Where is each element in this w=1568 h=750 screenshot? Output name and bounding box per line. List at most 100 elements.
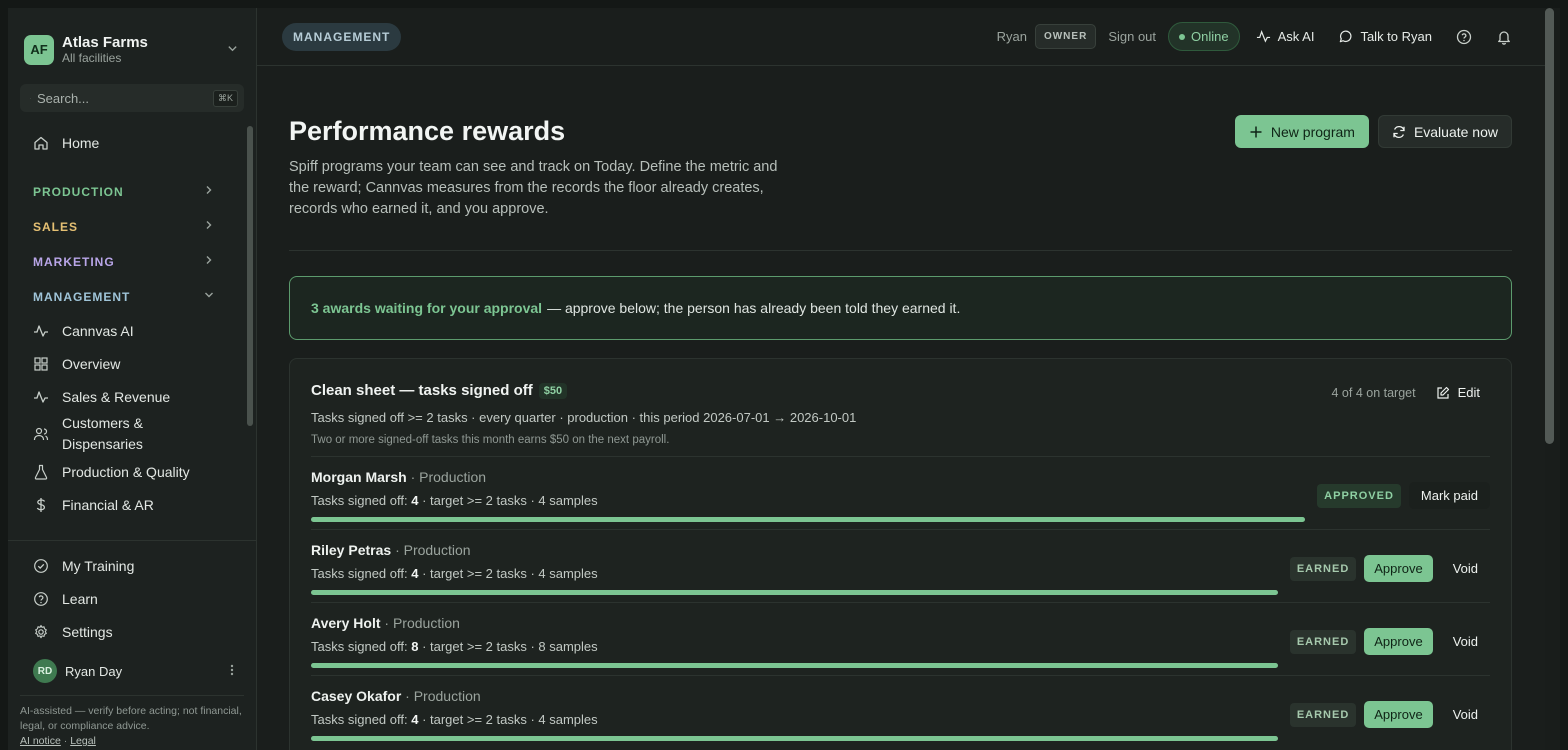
link-separator: · <box>63 735 68 747</box>
mark-paid-button[interactable]: Mark paid <box>1408 482 1490 509</box>
org-text: Atlas Farms All facilities <box>62 34 227 65</box>
section-pill: MANAGEMENT <box>282 22 402 51</box>
progress-fill <box>311 663 1278 668</box>
user-menu[interactable]: RD Ryan Day <box>20 653 244 689</box>
row-actions: EARNED Approve Void <box>1289 701 1490 728</box>
sign-out-link[interactable]: Sign out <box>1108 29 1156 44</box>
status-badge: EARNED <box>1289 702 1357 727</box>
progress-fill <box>311 736 1278 741</box>
sidebar-item-my-training[interactable]: My Training <box>8 549 256 582</box>
sidebar-item-label: Cannvas AI <box>62 322 134 339</box>
sidebar-item-production-quality[interactable]: Production & Quality <box>8 455 256 488</box>
sidebar-scrollbar[interactable] <box>247 126 253 426</box>
chevron-down-icon <box>204 290 214 303</box>
sidebar-item-home[interactable]: Home <box>8 126 256 159</box>
chevron-right-icon <box>204 220 214 233</box>
chevron-right-icon <box>204 185 214 198</box>
section-production[interactable]: PRODUCTION <box>8 174 256 209</box>
person-dept: · Production <box>410 469 487 485</box>
plus-icon <box>1250 126 1262 137</box>
page-heading: Performance rewards Spiff programs your … <box>289 116 789 220</box>
sidebar-item-customers[interactable]: Customers & Dispensaries <box>8 413 256 455</box>
progress-track <box>311 590 1278 595</box>
sidebar-item-financial-ar[interactable]: Financial & AR <box>8 488 256 521</box>
new-program-button[interactable]: New program <box>1234 115 1369 148</box>
approve-button[interactable]: Approve <box>1364 701 1433 728</box>
dollar-icon <box>36 497 46 512</box>
page-scrollbar[interactable] <box>1545 8 1554 444</box>
more-vertical-icon[interactable] <box>230 663 234 679</box>
program-meta: Tasks signed off >= 2 tasks · every quar… <box>311 410 857 425</box>
evaluate-now-button[interactable]: Evaluate now <box>1377 115 1512 148</box>
void-button[interactable]: Void <box>1441 555 1490 582</box>
user-name: Ryan Day <box>65 663 123 679</box>
program-info: Clean sheet — tasks signed off $50 <box>311 382 568 400</box>
sidebar-bottom: My Training Learn Settings RD Ryan Day A… <box>8 540 256 749</box>
sidebar-item-overview[interactable]: Overview <box>8 347 256 380</box>
row-actions: EARNED Approve Void <box>1289 628 1490 655</box>
nav-scroll-area: Home PRODUCTION SALES MARKETING MANAGEME… <box>8 126 256 540</box>
void-button[interactable]: Void <box>1441 628 1490 655</box>
org-subtitle: All facilities <box>62 51 122 65</box>
legal-link[interactable]: Legal <box>70 735 96 747</box>
ask-ai-label: Ask AI <box>1277 29 1315 44</box>
home-icon <box>34 136 48 150</box>
help-circle-icon <box>34 591 48 606</box>
evaluate-label: Evaluate now <box>1413 123 1498 140</box>
avatar: RD <box>33 659 57 683</box>
person-line: Morgan Marsh · Production <box>311 469 1305 485</box>
sidebar-item-sales-revenue[interactable]: Sales & Revenue <box>8 380 256 413</box>
role-badge: OWNER <box>1034 24 1097 49</box>
section-sales[interactable]: SALES <box>8 209 256 244</box>
ask-ai-button[interactable]: Ask AI <box>1248 29 1323 44</box>
help-circle-icon <box>1456 29 1472 44</box>
alert-rest: — approve below; the person has already … <box>547 300 961 316</box>
section-management[interactable]: MANAGEMENT <box>8 279 256 314</box>
sidebar-item-label: Overview <box>62 355 121 372</box>
person-name: Avery Holt <box>311 615 381 631</box>
person-name: Morgan Marsh <box>311 469 407 485</box>
page-actions: New program Evaluate now <box>1234 115 1512 220</box>
metric-rest: · target >= 2 tasks · 8 samples <box>418 639 598 654</box>
gear-icon <box>35 624 47 638</box>
progress-track <box>311 663 1278 668</box>
row-info: Casey Okafor · Production Tasks signed o… <box>311 688 1278 741</box>
sidebar: AF Atlas Farms All facilities ⌘K Home PR… <box>8 8 257 750</box>
app-frame: AF Atlas Farms All facilities ⌘K Home PR… <box>8 8 1545 750</box>
row-info: Riley Petras · Production Tasks signed o… <box>311 542 1278 595</box>
sidebar-item-settings[interactable]: Settings <box>8 615 256 648</box>
org-switcher[interactable]: AF Atlas Farms All facilities <box>8 8 256 74</box>
sidebar-item-cannvas-ai[interactable]: Cannvas AI <box>8 314 256 347</box>
sidebar-item-learn[interactable]: Learn <box>8 582 256 615</box>
notifications-button[interactable] <box>1488 29 1520 45</box>
sidebar-item-label: Financial & AR <box>62 496 154 513</box>
bell-icon <box>1498 30 1510 45</box>
row-actions: APPROVED Mark paid <box>1317 482 1490 509</box>
sidebar-item-label: Production & Quality <box>62 463 190 480</box>
metric-label: Tasks signed off: <box>311 566 412 581</box>
status-label: Online <box>1191 29 1229 44</box>
section-label: MANAGEMENT <box>33 289 131 304</box>
metric-line: Tasks signed off: 4 · target >= 2 tasks … <box>311 566 1278 581</box>
talk-label: Talk to Ryan <box>1360 29 1432 44</box>
approve-button[interactable]: Approve <box>1364 628 1433 655</box>
reward-amount-badge: $50 <box>538 382 568 399</box>
approve-button[interactable]: Approve <box>1364 555 1433 582</box>
section-label: SALES <box>33 219 79 234</box>
metric-label: Tasks signed off: <box>311 712 412 727</box>
search-input[interactable] <box>36 90 213 106</box>
ai-notice-link[interactable]: AI notice <box>20 735 61 747</box>
void-button[interactable]: Void <box>1441 701 1490 728</box>
status-badge: APPROVED <box>1317 483 1401 508</box>
section-marketing[interactable]: MARKETING <box>8 244 256 279</box>
help-button[interactable] <box>1448 29 1480 45</box>
person-line: Riley Petras · Production <box>311 542 1278 558</box>
metric-line: Tasks signed off: 4 · target >= 2 tasks … <box>311 712 1278 727</box>
edit-program-button[interactable]: Edit <box>1436 385 1480 400</box>
status-badge: EARNED <box>1289 556 1357 581</box>
alert-strong: 3 awards waiting for your approval <box>311 300 543 316</box>
talk-to-ryan-button[interactable]: Talk to Ryan <box>1330 29 1440 44</box>
refresh-icon <box>1393 125 1405 138</box>
flask-icon <box>34 464 48 480</box>
program-card: Clean sheet — tasks signed off $50 4 of … <box>289 358 1512 750</box>
